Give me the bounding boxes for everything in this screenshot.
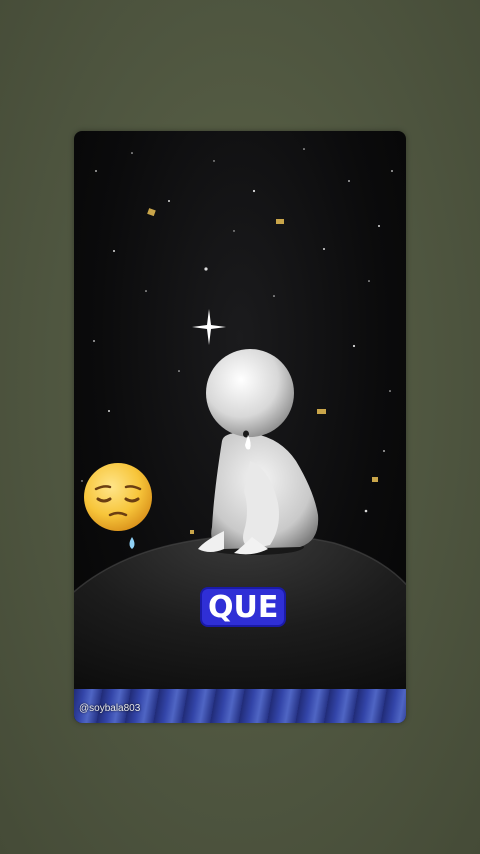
sad-figure [198,349,319,555]
story-video[interactable]: QUE @soybala803 [74,131,406,723]
tear-drop-icon [129,537,135,549]
night-scene [74,148,406,723]
pensive-face-icon [84,463,152,549]
subtitle-caption: QUE [202,589,285,625]
creator-watermark: @soybala803 [79,703,141,714]
sparkle-star-icon [192,309,226,345]
